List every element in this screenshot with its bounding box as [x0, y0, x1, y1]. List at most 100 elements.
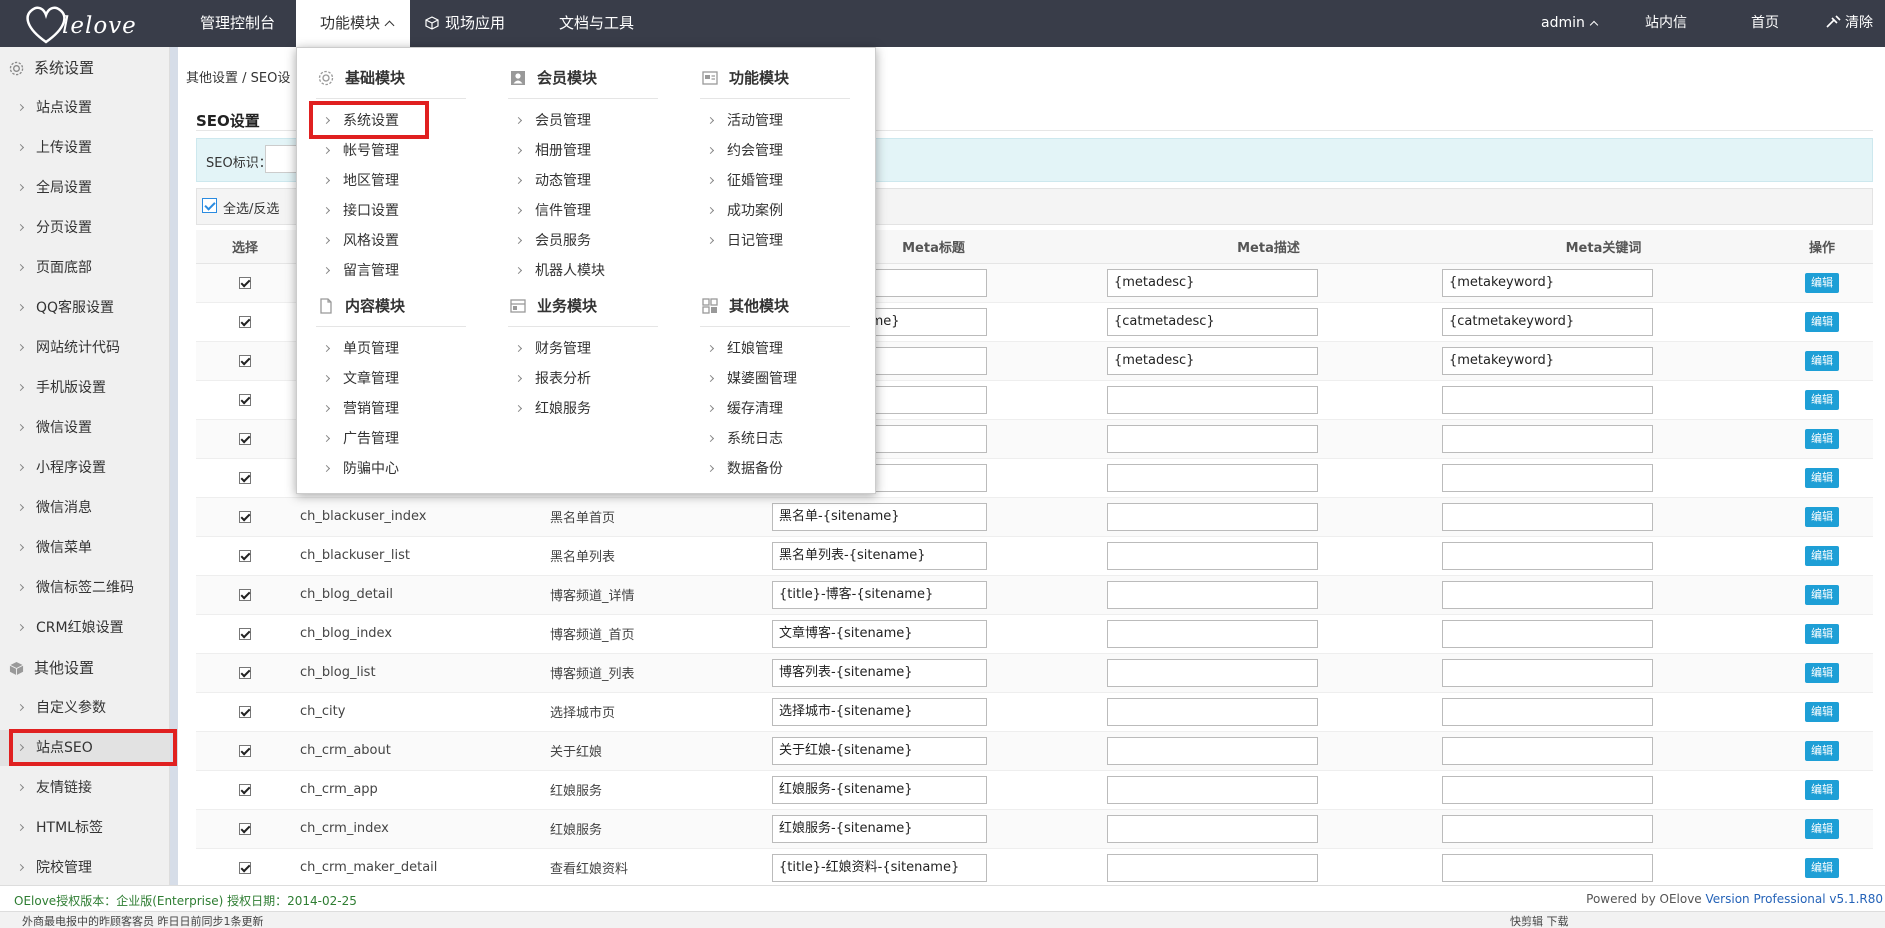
dd-item-marketing-management[interactable]: 营销管理	[316, 394, 466, 424]
nav-onsite-apps[interactable]: 现场应用	[425, 0, 505, 47]
meta-keyword-input[interactable]	[1442, 580, 1653, 609]
sidebar-item-wechat-messages[interactable]: 微信消息	[0, 490, 170, 526]
meta-desc-input[interactable]	[1107, 385, 1318, 414]
dd-item-member-services[interactable]: 会员服务	[508, 226, 658, 256]
sidebar-item-friend-links[interactable]: 友情链接	[0, 770, 170, 806]
meta-title-input[interactable]: 黑名单-{sitename}	[772, 502, 987, 531]
meta-keyword-input[interactable]	[1442, 658, 1653, 687]
meta-title-input[interactable]: {title}-博客-{sitename}	[772, 580, 987, 609]
dd-item-personals-management[interactable]: 征婚管理	[700, 166, 850, 196]
sidebar-item-paging-settings[interactable]: 分页设置	[0, 210, 170, 246]
meta-keyword-input[interactable]	[1442, 853, 1653, 882]
meta-desc-input[interactable]: {metadesc}	[1107, 346, 1318, 375]
dd-item-data-backup[interactable]: 数据备份	[700, 454, 850, 484]
meta-keyword-input[interactable]: {metakeyword}	[1442, 346, 1653, 375]
meta-keyword-input[interactable]: {metakeyword}	[1442, 268, 1653, 297]
meta-desc-input[interactable]: {catmetadesc}	[1107, 307, 1318, 336]
dd-item-api-settings[interactable]: 接口设置	[316, 196, 466, 226]
sidebar-item-html-tags[interactable]: HTML标签	[0, 810, 170, 846]
dd-item-style-settings[interactable]: 风格设置	[316, 226, 466, 256]
meta-title-input[interactable]: 选择城市-{sitename}	[772, 697, 987, 726]
row-checkbox[interactable]	[239, 510, 251, 523]
meta-title-input[interactable]: 黑名单列表-{sitename}	[772, 541, 987, 570]
sidebar-item-crm-matchmaker[interactable]: CRM红娘设置	[0, 610, 170, 646]
meta-title-input[interactable]: 关于红娘-{sitename}	[772, 736, 987, 765]
dd-item-date-management[interactable]: 约会管理	[700, 136, 850, 166]
meta-keyword-input[interactable]	[1442, 814, 1653, 843]
meta-keyword-input[interactable]	[1442, 697, 1653, 726]
sidebar-item-global-settings[interactable]: 全局设置	[0, 170, 170, 206]
meta-keyword-input[interactable]	[1442, 385, 1653, 414]
sidebar-item-site-settings[interactable]: 站点设置	[0, 90, 170, 126]
nav-function-modules[interactable]: 功能模块	[296, 0, 410, 47]
edit-button[interactable]: 编辑	[1805, 818, 1839, 839]
sidebar-item-custom-params[interactable]: 自定义参数	[0, 690, 170, 726]
edit-button[interactable]: 编辑	[1805, 506, 1839, 527]
dd-item-cache-cleanup[interactable]: 缓存清理	[700, 394, 850, 424]
sidebar-item-wechat-settings[interactable]: 微信设置	[0, 410, 170, 446]
meta-desc-input[interactable]	[1107, 853, 1318, 882]
sidebar-group-other[interactable]: 其他设置	[0, 650, 170, 686]
meta-title-input[interactable]: 红娘服务-{sitename}	[772, 775, 987, 804]
meta-title-input[interactable]: {title}-红娘资料-{sitename}	[772, 853, 987, 882]
dd-item-region-management[interactable]: 地区管理	[316, 166, 466, 196]
meta-desc-input[interactable]	[1107, 658, 1318, 687]
dd-item-anti-fraud-center[interactable]: 防骗中心	[316, 454, 466, 484]
meta-desc-input[interactable]	[1107, 580, 1318, 609]
sidebar-item-mobile-settings[interactable]: 手机版设置	[0, 370, 170, 406]
row-checkbox[interactable]	[239, 822, 251, 835]
sidebar-item-analytics-code[interactable]: 网站统计代码	[0, 330, 170, 366]
dd-item-matchmaker-services[interactable]: 红娘服务	[508, 394, 658, 424]
nav-docs-tools[interactable]: 文档与工具	[559, 0, 634, 47]
dd-item-feed-management[interactable]: 动态管理	[508, 166, 658, 196]
meta-keyword-input[interactable]	[1442, 619, 1653, 648]
nav-dashboard[interactable]: 管理控制台	[200, 0, 275, 47]
edit-button[interactable]: 编辑	[1805, 428, 1839, 449]
row-checkbox[interactable]	[239, 354, 251, 367]
edit-button[interactable]: 编辑	[1805, 779, 1839, 800]
dd-item-article-management[interactable]: 文章管理	[316, 364, 466, 394]
status-news[interactable]: 外商最电报中的昨顾客客员 昨日日前同步1条更新	[22, 913, 264, 928]
meta-keyword-input[interactable]	[1442, 775, 1653, 804]
row-checkbox[interactable]	[239, 471, 251, 484]
edit-button[interactable]: 编辑	[1805, 272, 1839, 293]
sidebar-item-qq-service[interactable]: QQ客服设置	[0, 290, 170, 326]
inbox-link[interactable]: 站内信	[1645, 0, 1687, 47]
home-link[interactable]: 首页	[1751, 0, 1779, 47]
row-checkbox[interactable]	[239, 276, 251, 289]
meta-desc-input[interactable]	[1107, 775, 1318, 804]
row-checkbox[interactable]	[239, 432, 251, 445]
select-all-checkbox[interactable]	[202, 198, 217, 213]
row-checkbox[interactable]	[239, 783, 251, 796]
edit-button[interactable]: 编辑	[1805, 545, 1839, 566]
meta-desc-input[interactable]	[1107, 502, 1318, 531]
dd-item-message-management[interactable]: 留言管理	[316, 256, 466, 286]
meta-keyword-input[interactable]	[1442, 541, 1653, 570]
row-checkbox[interactable]	[239, 861, 251, 874]
meta-desc-input[interactable]	[1107, 814, 1318, 843]
meta-desc-input[interactable]	[1107, 541, 1318, 570]
edit-button[interactable]: 编辑	[1805, 389, 1839, 410]
dd-item-ad-management[interactable]: 广告管理	[316, 424, 466, 454]
dd-item-event-management[interactable]: 活动管理	[700, 106, 850, 136]
meta-keyword-input[interactable]	[1442, 502, 1653, 531]
sidebar-item-wechat-menu[interactable]: 微信菜单	[0, 530, 170, 566]
meta-keyword-input[interactable]	[1442, 424, 1653, 453]
edit-button[interactable]: 编辑	[1805, 662, 1839, 683]
meta-keyword-input[interactable]: {catmetakeyword}	[1442, 307, 1653, 336]
sidebar-item-miniprogram-settings[interactable]: 小程序设置	[0, 450, 170, 486]
row-checkbox[interactable]	[239, 549, 251, 562]
meta-desc-input[interactable]	[1107, 619, 1318, 648]
user-menu[interactable]: admin	[1541, 0, 1599, 47]
edit-button[interactable]: 编辑	[1805, 350, 1839, 371]
meta-desc-input[interactable]	[1107, 697, 1318, 726]
sidebar-group-system[interactable]: 系统设置	[0, 50, 170, 86]
meta-title-input[interactable]: 博客列表-{sitename}	[772, 658, 987, 687]
status-tools[interactable]: 快剪辑 下载	[1510, 913, 1569, 928]
meta-desc-input[interactable]	[1107, 736, 1318, 765]
dd-item-finance-management[interactable]: 财务管理	[508, 334, 658, 364]
dd-item-system-log[interactable]: 系统日志	[700, 424, 850, 454]
dd-item-member-management[interactable]: 会员管理	[508, 106, 658, 136]
row-checkbox[interactable]	[239, 744, 251, 757]
sidebar-item-upload-settings[interactable]: 上传设置	[0, 130, 170, 166]
